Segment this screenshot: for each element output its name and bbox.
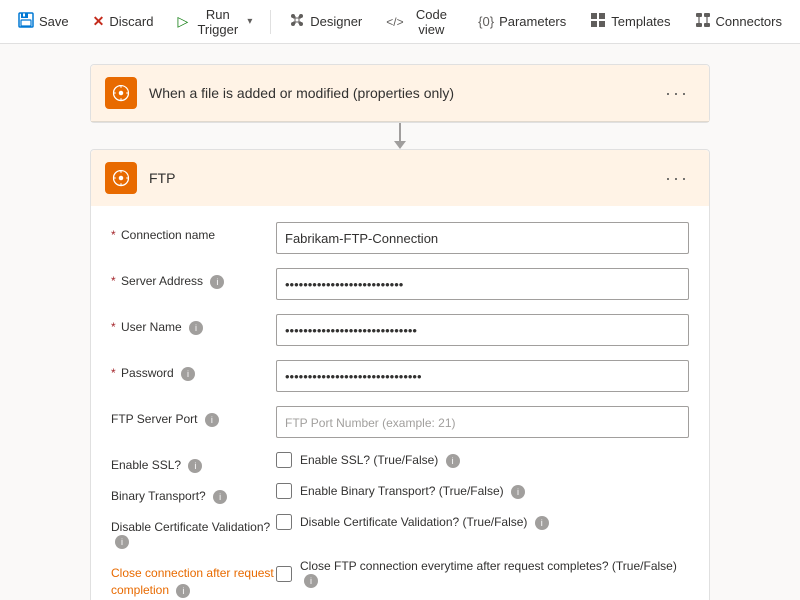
enable-ssl-checkbox[interactable] <box>276 452 292 468</box>
disable-cert-label: Disable Certificate Validation? i <box>111 514 276 549</box>
run-trigger-label: Run Trigger <box>192 7 243 37</box>
user-name-label: * User Name i <box>111 314 276 335</box>
user-name-info-icon[interactable]: i <box>189 321 203 335</box>
disable-cert-cb-info-icon[interactable]: i <box>535 516 549 530</box>
enable-ssl-row: Enable SSL? i Enable SSL? (True/False) i <box>111 452 689 473</box>
ftp-port-info-icon[interactable]: i <box>205 413 219 427</box>
connection-name-label: * Connection name <box>111 222 276 242</box>
templates-icon <box>590 12 606 32</box>
trigger-step-card: When a file is added or modified (proper… <box>90 64 710 123</box>
designer-label: Designer <box>310 14 362 29</box>
run-icon: ▷ <box>177 13 188 30</box>
server-address-label: * Server Address i <box>111 268 276 289</box>
divider-1 <box>270 10 271 34</box>
ftp-step-more-button[interactable]: ··· <box>659 166 695 191</box>
ftp-step-title: FTP <box>149 170 659 186</box>
password-input[interactable] <box>276 360 689 392</box>
trigger-step-title: When a file is added or modified (proper… <box>149 85 659 101</box>
binary-transport-row: Binary Transport? i Enable Binary Transp… <box>111 483 689 504</box>
enable-ssl-cb-info-icon[interactable]: i <box>446 454 460 468</box>
save-label: Save <box>39 14 69 29</box>
user-name-input[interactable] <box>276 314 689 346</box>
close-connection-label: Close connection after request completio… <box>111 559 276 599</box>
arrow-line <box>399 123 401 141</box>
parameters-button[interactable]: {0} Parameters <box>468 8 576 35</box>
trigger-step-icon <box>105 77 137 109</box>
code-view-label: Code view <box>409 7 455 37</box>
server-address-info-icon[interactable]: i <box>210 275 224 289</box>
close-connection-info-icon[interactable]: i <box>176 584 190 598</box>
enable-ssl-info-icon[interactable]: i <box>188 459 202 473</box>
save-icon <box>18 12 34 32</box>
run-trigger-button[interactable]: ▷ Run Trigger ▾ <box>167 1 262 43</box>
templates-label: Templates <box>611 14 670 29</box>
disable-cert-row: Disable Certificate Validation? i Disabl… <box>111 514 689 549</box>
password-info-icon[interactable]: i <box>181 367 195 381</box>
binary-transport-checkbox[interactable] <box>276 483 292 499</box>
ftp-step-header: FTP ··· <box>91 150 709 206</box>
enable-ssl-label: Enable SSL? i <box>111 452 276 473</box>
designer-icon <box>289 12 305 32</box>
binary-transport-checkbox-label: Enable Binary Transport? (True/False) i <box>300 484 525 499</box>
save-button[interactable]: Save <box>8 6 79 38</box>
code-icon: </> <box>386 15 403 29</box>
binary-transport-cb-info-icon[interactable]: i <box>511 485 525 499</box>
disable-cert-checkbox-label: Disable Certificate Validation? (True/Fa… <box>300 515 549 530</box>
ftp-step-icon <box>105 162 137 194</box>
server-address-row: * Server Address i <box>111 268 689 300</box>
disable-cert-info-icon[interactable]: i <box>115 535 129 549</box>
parameters-label: Parameters <box>499 14 566 29</box>
close-connection-row: Close connection after request completio… <box>111 559 689 599</box>
toolbar: Save ✕ Discard ▷ Run Trigger ▾ Designer … <box>0 0 800 44</box>
arrow-connector <box>394 123 406 149</box>
ftp-port-label: FTP Server Port i <box>111 406 276 427</box>
canvas: When a file is added or modified (proper… <box>0 44 800 600</box>
designer-button[interactable]: Designer <box>279 6 372 38</box>
password-row: * Password i <box>111 360 689 392</box>
trigger-step-header: When a file is added or modified (proper… <box>91 65 709 122</box>
code-view-button[interactable]: </> Code view <box>376 1 464 43</box>
discard-label: Discard <box>109 14 153 29</box>
ftp-step-card: FTP ··· * Connection name * Server Addre… <box>90 149 710 600</box>
close-connection-cb-info-icon[interactable]: i <box>304 574 318 588</box>
discard-icon: ✕ <box>93 13 105 30</box>
connection-name-input[interactable] <box>276 222 689 254</box>
binary-transport-label: Binary Transport? i <box>111 483 276 504</box>
close-connection-checkbox-label: Close FTP connection everytime after req… <box>300 559 689 588</box>
ftp-port-input[interactable] <box>276 406 689 438</box>
binary-transport-info-icon[interactable]: i <box>213 490 227 504</box>
disable-cert-checkbox[interactable] <box>276 514 292 530</box>
connectors-label: Connectors <box>716 14 782 29</box>
discard-button[interactable]: ✕ Discard <box>83 7 164 36</box>
user-name-row: * User Name i <box>111 314 689 346</box>
arrow-head <box>394 141 406 149</box>
connection-name-row: * Connection name <box>111 222 689 254</box>
templates-button[interactable]: Templates <box>580 6 680 38</box>
connectors-icon <box>695 12 711 32</box>
ftp-port-row: FTP Server Port i <box>111 406 689 438</box>
server-address-input[interactable] <box>276 268 689 300</box>
connectors-button[interactable]: Connectors <box>685 6 792 38</box>
enable-ssl-checkbox-label: Enable SSL? (True/False) i <box>300 453 460 468</box>
password-label: * Password i <box>111 360 276 381</box>
close-connection-checkbox[interactable] <box>276 566 292 582</box>
ftp-form: * Connection name * Server Address i <box>91 206 709 600</box>
run-trigger-chevron: ▾ <box>247 16 252 27</box>
trigger-step-more-button[interactable]: ··· <box>659 81 695 106</box>
parameters-icon: {0} <box>478 14 494 29</box>
